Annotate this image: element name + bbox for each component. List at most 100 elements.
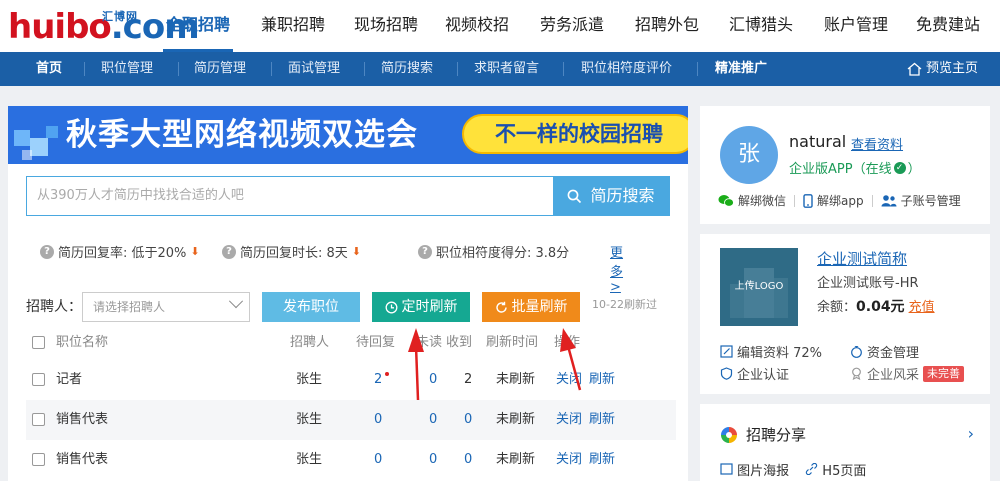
- sub-nav-match-eval[interactable]: 职位相符度评价: [581, 52, 672, 86]
- col-recruiter: 招聘人: [290, 335, 330, 350]
- resume-search-button[interactable]: 简历搜索: [553, 177, 669, 215]
- preview-home-link[interactable]: 预览主页: [907, 52, 978, 86]
- main-nav-item-video-campus[interactable]: 视频校招: [435, 0, 519, 52]
- sub-nav: 首页 职位管理 简历管理 面试管理 简历搜索 求职者留言 职位相符度评价 精准推…: [0, 52, 1000, 86]
- select-all-checkbox[interactable]: [32, 336, 45, 349]
- row-checkbox[interactable]: [32, 453, 45, 466]
- sub-nav-promotion[interactable]: 精准推广: [715, 52, 767, 86]
- row-unread[interactable]: 0: [429, 440, 437, 480]
- table-row: 记者 张生 2 0 2 未刷新 关闭 刷新: [26, 360, 676, 400]
- main-nav-item-onsite[interactable]: 现场招聘: [345, 0, 427, 52]
- sub-nav-divider: [563, 62, 564, 76]
- timed-refresh-button[interactable]: 定时刷新: [372, 292, 470, 322]
- unread-dot: [385, 372, 389, 376]
- online-check-icon: ✓: [893, 161, 906, 174]
- recruiter-select[interactable]: 请选择招聘人: [82, 292, 250, 322]
- sub-nav-divider: [178, 62, 179, 76]
- row-refresh-link[interactable]: 刷新: [589, 400, 615, 440]
- view-profile-link[interactable]: 查看资料: [851, 134, 903, 153]
- row-received[interactable]: 2: [464, 360, 472, 400]
- row-refresh-link[interactable]: 刷新: [589, 440, 615, 480]
- help-icon[interactable]: ?: [222, 244, 236, 259]
- company-name[interactable]: 企业测试简称: [817, 248, 907, 269]
- balance-value: 0.04元: [856, 299, 905, 315]
- h5-link[interactable]: H5页面: [805, 460, 866, 479]
- app-status-text: 企业版APP（在线: [789, 162, 892, 177]
- down-arrow-icon: ⬇: [190, 245, 200, 258]
- money-bag-icon: [851, 346, 862, 358]
- row-pending[interactable]: 0: [374, 400, 382, 440]
- share-title-label: 招聘分享: [746, 426, 807, 444]
- company-style-option[interactable]: 企业风采 未完善: [850, 364, 965, 383]
- sub-nav-divider: [271, 62, 272, 76]
- poster-link[interactable]: 图片海报: [720, 460, 789, 479]
- sub-nav-job-mgmt[interactable]: 职位管理: [101, 52, 153, 86]
- row-unread[interactable]: 0: [429, 400, 437, 440]
- search-input[interactable]: 从390万人才简历中找找合适的人吧: [37, 177, 244, 215]
- sub-nav-interview-mgmt[interactable]: 面试管理: [288, 52, 340, 86]
- avatar[interactable]: 张: [720, 126, 778, 184]
- row-pending[interactable]: 0: [374, 440, 382, 480]
- sub-nav-resume-search[interactable]: 简历搜索: [381, 52, 433, 86]
- row-close-link[interactable]: 关闭: [556, 400, 582, 440]
- chevron-right-icon[interactable]: ›: [968, 424, 974, 443]
- row-refresh-time: 未刷新: [496, 372, 536, 387]
- unbind-app-link[interactable]: 解绑app: [817, 192, 864, 209]
- share-links: 图片海报 H5页面: [720, 460, 866, 479]
- row-close-link[interactable]: 关闭: [556, 440, 582, 480]
- main-nav-item-fulltime[interactable]: 全职招聘: [163, 0, 233, 52]
- sub-nav-messages[interactable]: 求职者留言: [474, 52, 539, 86]
- share-title[interactable]: 招聘分享: [720, 424, 806, 445]
- sub-nav-divider: [84, 62, 85, 76]
- main-nav-item-outsourcing[interactable]: 招聘外包: [623, 0, 711, 52]
- more-stats-link[interactable]: 更多>: [610, 242, 623, 295]
- edit-profile-option[interactable]: 编辑资料 72%: [720, 342, 822, 361]
- stat-reply-time-text: 简历回复时长: 8天: [240, 246, 348, 261]
- row-checkbox[interactable]: [32, 373, 45, 386]
- publish-job-button[interactable]: 发布职位: [262, 292, 360, 322]
- recruiter-select-placeholder: 请选择招聘人: [93, 300, 166, 314]
- main-nav-item-headhunter[interactable]: 汇博猎头: [717, 0, 805, 52]
- main-nav-item-free-site[interactable]: 免费建站: [907, 0, 989, 52]
- stat-match-score: ? 职位相符度得分: 3.8分: [418, 242, 569, 261]
- cert-label: 企业认证: [737, 368, 790, 383]
- company-account: 企业测试账号-HR: [817, 276, 919, 291]
- promo-banner[interactable]: 秋季大型网络视频双选会 不一样的校园招聘: [8, 106, 688, 164]
- timed-refresh-label: 定时刷新: [401, 299, 458, 315]
- row-refresh-time: 未刷新: [496, 452, 536, 467]
- batch-refresh-button[interactable]: 批量刷新: [482, 292, 580, 322]
- row-job-title[interactable]: 销售代表: [56, 440, 108, 480]
- user-name: natural: [789, 132, 847, 151]
- cert-option[interactable]: 企业认证: [720, 364, 789, 383]
- row-received[interactable]: 0: [464, 440, 472, 480]
- row-refresh-link[interactable]: 刷新: [589, 360, 615, 400]
- sub-account-link[interactable]: 子账号管理: [901, 192, 961, 209]
- row-unread[interactable]: 0: [429, 360, 437, 400]
- row-checkbox[interactable]: [32, 413, 45, 426]
- row-pending[interactable]: 2: [374, 360, 382, 400]
- main-nav-item-parttime[interactable]: 兼职招聘: [245, 0, 341, 52]
- row-job-title[interactable]: 记者: [56, 360, 82, 400]
- help-icon[interactable]: ?: [40, 244, 54, 259]
- row-recruiter: 张生: [296, 412, 323, 427]
- main-nav-item-account[interactable]: 账户管理: [813, 0, 899, 52]
- recharge-link[interactable]: 充值: [909, 300, 935, 315]
- search-icon: [568, 189, 582, 203]
- incomplete-badge: 未完善: [923, 365, 965, 382]
- help-icon[interactable]: ?: [418, 244, 432, 259]
- sub-nav-resume-mgmt[interactable]: 简历管理: [194, 52, 246, 86]
- row-job-title[interactable]: 销售代表: [56, 400, 108, 440]
- row-close-link[interactable]: 关闭: [556, 360, 582, 400]
- edit-icon: [720, 345, 733, 358]
- cubes-graphic: [14, 126, 58, 160]
- sub-nav-home[interactable]: 首页: [36, 52, 62, 86]
- row-received[interactable]: 0: [464, 400, 472, 440]
- col-refresh-time: 刷新时间: [486, 335, 539, 350]
- main-content: 秋季大型网络视频双选会 不一样的校园招聘 从390万人才简历中找找合适的人吧 简…: [8, 106, 688, 481]
- clock-icon: [385, 301, 397, 313]
- top-header: huibo.com 汇博网 全职招聘 兼职招聘 现场招聘 视频校招 劳务派遣 招…: [0, 0, 1000, 52]
- company-logo[interactable]: 上传LOGO: [720, 248, 798, 326]
- unbind-wechat-link[interactable]: 解绑微信: [738, 192, 786, 209]
- fund-mgmt-option[interactable]: 资金管理: [850, 342, 919, 361]
- main-nav-item-labor-dispatch[interactable]: 劳务派遣: [527, 0, 617, 52]
